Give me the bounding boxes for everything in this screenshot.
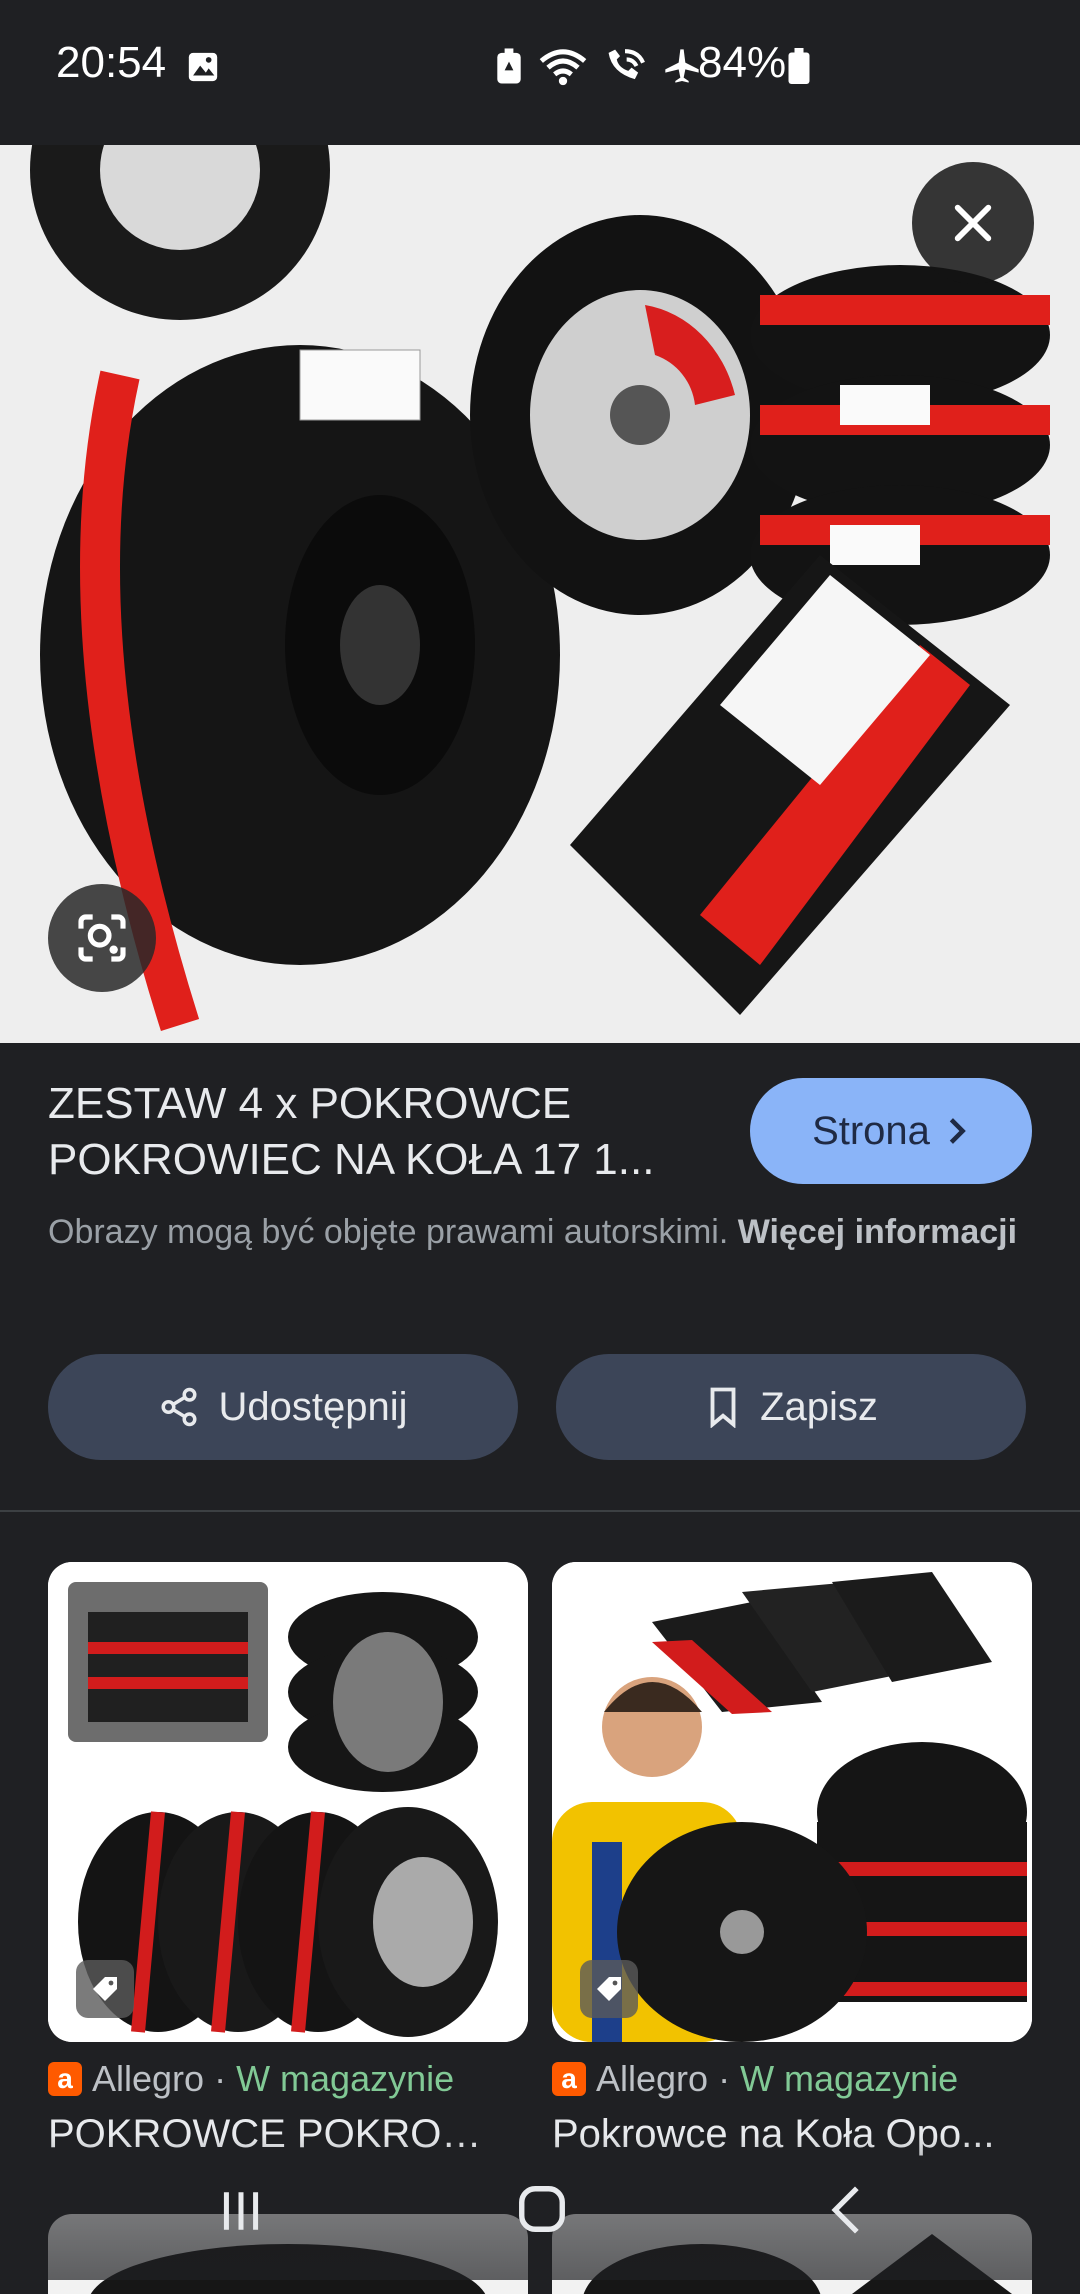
battery-saver-icon — [497, 48, 521, 84]
allegro-logo-icon: a — [552, 2062, 586, 2096]
divider — [0, 1510, 1080, 1512]
save-label: Zapisz — [760, 1384, 878, 1429]
related-source-1: a Allegro · W magazynie — [48, 2058, 454, 2100]
share-icon — [161, 1387, 197, 1427]
close-icon — [954, 204, 992, 242]
home-icon[interactable] — [515, 2182, 569, 2236]
title-line-1: ZESTAW 4 x POKROWCE — [48, 1079, 572, 1128]
save-button[interactable]: Zapisz — [556, 1354, 1026, 1460]
lens-button[interactable] — [48, 884, 156, 992]
battery-icon — [788, 48, 810, 84]
image-icon — [188, 52, 218, 82]
visit-label: Strona — [812, 1108, 930, 1153]
wifi-call-icon — [608, 49, 645, 80]
tire-covers-photo — [0, 145, 1080, 1043]
status-time: 20:54 — [56, 38, 167, 87]
chevron-right-icon — [949, 1118, 966, 1144]
main-image[interactable] — [0, 145, 1080, 1043]
more-info-link[interactable]: Więcej informacji — [738, 1213, 1017, 1251]
copyright-notice: Obrazy mogą być objęte prawami autorskim… — [48, 1208, 1028, 1256]
bookmark-icon — [710, 1387, 736, 1428]
source-name: Allegro — [92, 2058, 205, 2099]
battery-percent: 84% — [698, 38, 787, 87]
share-button[interactable]: Udostępnij — [48, 1354, 518, 1460]
wifi-icon — [539, 49, 587, 86]
lens-icon — [78, 914, 126, 962]
related-image-card[interactable] — [48, 1562, 528, 2042]
title-line-2: POKROWIEC NA KOŁA 17 1... — [48, 1135, 655, 1184]
recent-apps-icon[interactable] — [216, 2186, 266, 2236]
airplane-icon — [665, 49, 699, 83]
related-image-card[interactable] — [552, 1562, 1032, 2042]
availability: W magazynie — [740, 2058, 959, 2099]
image-title[interactable]: ZESTAW 4 x POKROWCE POKROWIEC NA KOŁA 17… — [48, 1076, 728, 1188]
tag-icon — [76, 1960, 134, 2018]
tag-icon — [580, 1960, 638, 2018]
navigation-bar — [0, 2136, 1080, 2280]
related-source-2: a Allegro · W magazynie — [552, 2058, 958, 2100]
availability: W magazynie — [236, 2058, 455, 2099]
source-name: Allegro — [596, 2058, 709, 2099]
allegro-logo-icon: a — [48, 2062, 82, 2096]
close-button[interactable] — [912, 162, 1034, 284]
copyright-text: Obrazy mogą być objęte prawami autorskim… — [48, 1213, 729, 1251]
status-bar: 20:54 84% — [0, 0, 1080, 145]
visit-button[interactable]: Strona — [750, 1078, 1032, 1184]
back-icon[interactable] — [826, 2184, 866, 2236]
share-label: Udostępnij — [218, 1384, 408, 1429]
